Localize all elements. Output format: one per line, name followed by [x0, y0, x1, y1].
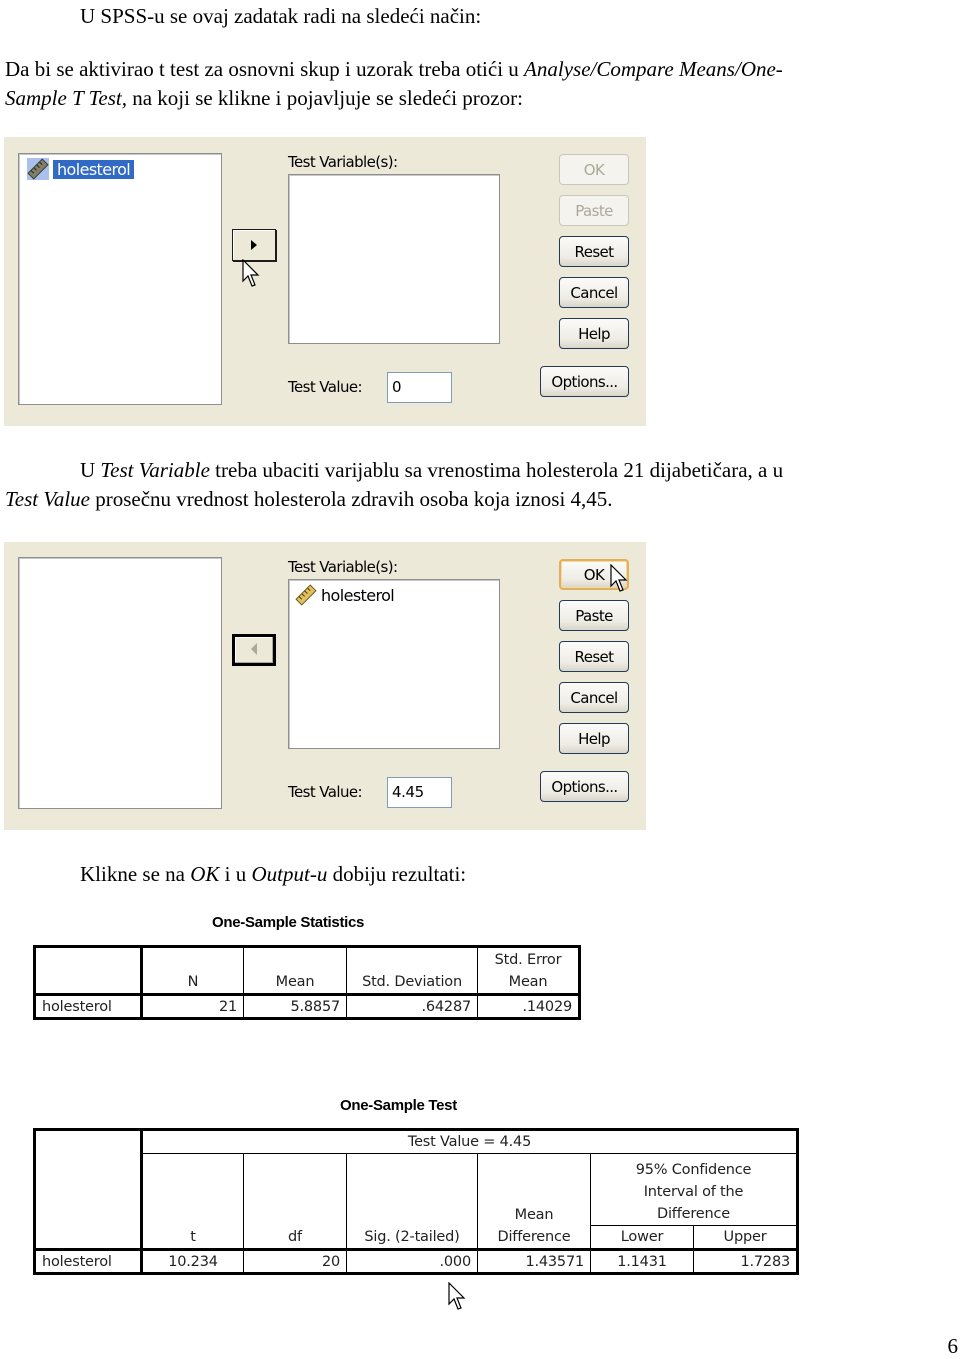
stats-table-title: One-Sample Statistics: [212, 914, 365, 931]
test-variables-label: Test Variable(s):: [288, 558, 398, 576]
one-sample-statistics-table: N Mean Std. Deviation Std. Error Mean hol…: [33, 945, 581, 1020]
table-row: holesterol 21 5.8857 .64287 .14029: [34, 994, 580, 1019]
instruction-text: U: [80, 458, 101, 482]
header-line: Std. Error: [494, 952, 562, 968]
arrow-left-icon: [249, 641, 259, 660]
header-mean-difference: Mean Difference: [477, 1153, 591, 1250]
cell-mean: 5.8857: [243, 994, 347, 1019]
header-line: 95% Confidence: [635, 1162, 752, 1178]
test-value-input[interactable]: 0: [387, 372, 452, 403]
header-empty: [34, 946, 143, 995]
intro-paragraph-line1: Da bi se aktivirao t test za osnovni sku…: [5, 55, 783, 83]
output-intro-term: Output-u: [251, 862, 328, 886]
header-line: Difference: [497, 1229, 571, 1245]
variable-name: holesterol: [321, 585, 395, 605]
cell-t: 10.234: [141, 1249, 244, 1274]
cancel-button[interactable]: Cancel: [559, 682, 629, 713]
cell-lower: 1.1431: [590, 1249, 694, 1274]
header-test-value: Test Value = 4.45: [141, 1129, 798, 1154]
variable-item[interactable]: holesterol: [295, 584, 395, 606]
page-number: 6: [947, 1334, 959, 1358]
intro-heading: U SPSS-u se ovaj zadatak radi na sledeći…: [80, 4, 482, 28]
instruction-line1: U Test Variable treba ubaciti varijablu …: [80, 456, 783, 484]
intro-text: na koji se klikne i pojavljuje se sledeć…: [126, 86, 523, 110]
header-std-deviation: Std. Deviation: [346, 946, 478, 995]
header-line: Interval of the: [643, 1184, 744, 1200]
menu-path-text: Analyse/Compare Means/One-: [524, 57, 783, 81]
output-intro-term: OK: [190, 862, 220, 886]
header-empty: [34, 1129, 143, 1250]
test-value-label: Test Value:: [288, 783, 363, 801]
scale-variable-icon: [295, 584, 317, 606]
header-confidence-interval: 95% Confidence Interval of the Difference: [590, 1153, 798, 1226]
intro-paragraph-line2: Sample T Test, na koji se klikne i pojav…: [5, 84, 523, 112]
move-variable-button[interactable]: [232, 634, 276, 666]
help-button[interactable]: Help: [559, 318, 629, 349]
reset-button[interactable]: Reset: [559, 641, 629, 672]
cell-n: 21: [141, 994, 244, 1019]
header-df: df: [243, 1153, 347, 1250]
cell-mean-difference: 1.43571: [477, 1249, 591, 1274]
cancel-button[interactable]: Cancel: [559, 277, 629, 308]
table-row: holesterol 10.234 20 .000 1.43571 1.1431…: [34, 1249, 798, 1274]
test-table-title: One-Sample Test: [340, 1097, 457, 1114]
variable-item[interactable]: holesterol: [27, 158, 135, 180]
row-label: holesterol: [34, 994, 143, 1019]
instruction-text: prosečnu vrednost holesterola zdravih os…: [89, 487, 613, 511]
options-button[interactable]: Options...: [540, 366, 629, 397]
source-variable-list[interactable]: [18, 557, 222, 809]
output-intro-text: Klikne se na: [80, 862, 191, 886]
cell-upper: 1.7283: [693, 1249, 798, 1274]
instruction-term: Test Value: [5, 487, 90, 511]
test-variables-list[interactable]: holesterol: [288, 579, 500, 749]
header-mean: Mean: [243, 946, 347, 995]
options-button[interactable]: Options...: [540, 771, 629, 802]
variable-name: holesterol: [53, 159, 135, 179]
header-line: Mean: [514, 1207, 554, 1223]
mouse-pointer-icon: [242, 259, 260, 287]
header-sig: Sig. (2-tailed): [346, 1153, 478, 1250]
one-sample-test-table: Test Value = 4.45 t df Sig. (2-tailed) M…: [33, 1128, 799, 1275]
output-intro-text: dobiju rezultati:: [327, 862, 467, 886]
test-value-label: Test Value:: [288, 378, 363, 396]
paste-button[interactable]: Paste: [559, 600, 629, 631]
header-line: Difference: [657, 1206, 730, 1222]
output-intro-text: i u: [219, 862, 252, 886]
paste-button[interactable]: Paste: [559, 195, 629, 226]
test-value-input[interactable]: 4.45: [387, 777, 452, 808]
header-lower: Lower: [590, 1225, 694, 1250]
header-upper: Upper: [693, 1225, 798, 1250]
header-std-error-mean: Std. Error Mean: [477, 946, 580, 995]
reset-button[interactable]: Reset: [559, 236, 629, 267]
cell-df: 20: [243, 1249, 347, 1274]
header-line: Mean: [508, 974, 548, 990]
one-sample-t-test-dialog-1: holesterol Test Variable(s): Test Value:…: [4, 137, 646, 426]
help-button[interactable]: Help: [559, 723, 629, 754]
mouse-pointer-icon: [610, 564, 628, 592]
test-variables-label: Test Variable(s):: [288, 153, 398, 171]
instruction-term: Test Variable: [100, 458, 210, 482]
intro-text: Da bi se aktivirao t test za osnovni sku…: [5, 57, 525, 81]
scale-variable-icon: [27, 158, 49, 180]
header-t: t: [141, 1153, 244, 1250]
ok-button[interactable]: OK: [559, 154, 629, 185]
instruction-line2: Test Value prosečnu vrednost holesterola…: [5, 485, 613, 513]
source-variable-list[interactable]: holesterol: [18, 153, 222, 405]
cell-sig: .000: [346, 1249, 478, 1274]
menu-path-text: Sample T Test,: [5, 86, 127, 110]
header-n: N: [141, 946, 244, 995]
output-intro: Klikne se na OK i u Output-u dobiju rezu…: [80, 860, 466, 888]
row-label: holesterol: [34, 1249, 143, 1274]
one-sample-t-test-dialog-2: Test Variable(s): holesterol Test Value:…: [4, 542, 646, 830]
cell-std-deviation: .64287: [346, 994, 478, 1019]
move-variable-button[interactable]: [232, 229, 276, 261]
cell-std-error: .14029: [477, 994, 580, 1019]
instruction-text: treba ubaciti varijablu sa vrenostima ho…: [209, 458, 784, 482]
arrow-right-icon: [249, 236, 259, 255]
mouse-pointer-icon: [448, 1282, 466, 1310]
test-variables-list[interactable]: [288, 174, 500, 344]
